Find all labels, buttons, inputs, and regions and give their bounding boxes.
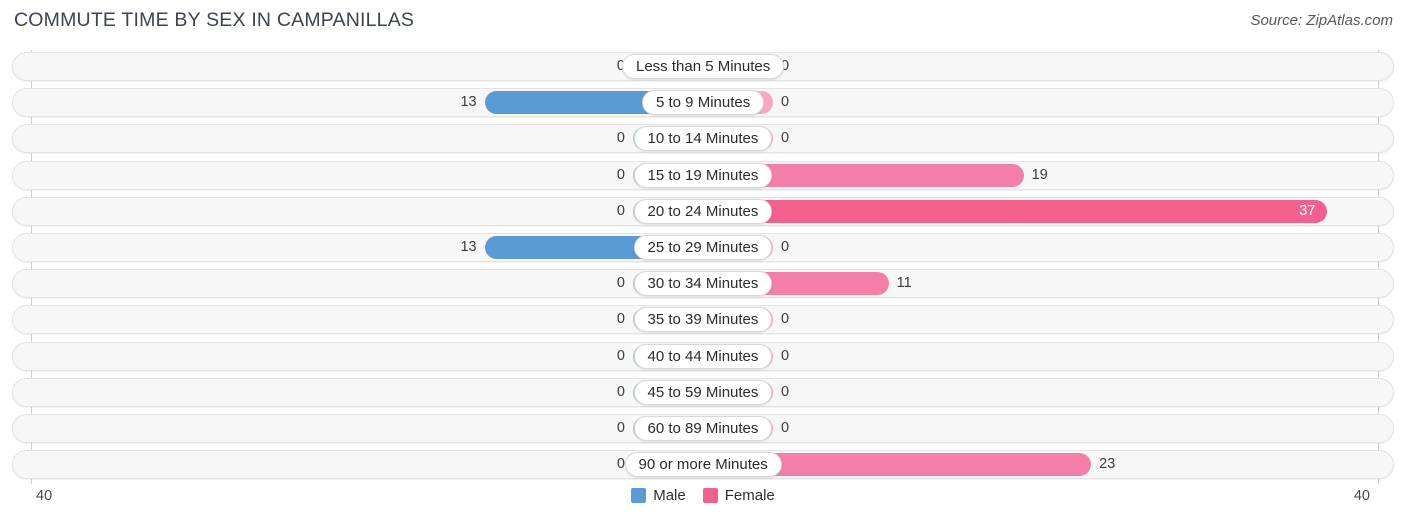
legend-swatch-icon [702,488,718,503]
category-label-pill[interactable]: 45 to 59 Minutes [633,379,773,405]
source-attribution: Source: ZipAtlas.com [1250,12,1393,29]
bar-value-male: 0 [616,58,625,74]
bar-value-female: 11 [896,275,912,292]
category-label-pill[interactable]: 35 to 39 Minutes [633,307,773,333]
bar-female[interactable] [703,199,1328,223]
legend-label: Male [653,487,686,504]
category-label-pill[interactable]: 5 to 9 Minutes [642,90,765,116]
legend-item-female[interactable]: Female [702,487,775,504]
legend-item-male[interactable]: Male [631,487,686,504]
bar-value-male: 0 [616,420,625,436]
category-label-pill[interactable]: Less than 5 Minutes [622,54,785,79]
category-label-pill[interactable]: 20 to 24 Minutes [633,198,773,224]
bar-value-female: 0 [781,347,790,364]
bar-value-female: 37 [1299,202,1316,219]
bar-value-female: 0 [781,383,790,400]
category-label-pill[interactable]: 25 to 29 Minutes [633,235,773,260]
category-label-pill[interactable]: 10 to 14 Minutes [633,126,773,152]
commute-time-chart: COMMUTE TIME BY SEX IN CAMPANILLAS Sourc… [0,0,1406,522]
category-label-pill[interactable]: 40 to 44 Minutes [633,343,773,369]
bar-value-male: 0 [616,275,625,292]
bar-value-female: 0 [781,58,790,74]
bar-value-female: 0 [781,311,790,328]
bar-value-male: 0 [616,383,625,400]
bar-value-female: 0 [781,420,790,436]
legend-label: Female [724,487,775,504]
category-label-pill[interactable]: 15 to 19 Minutes [633,162,773,188]
bar-value-male: 0 [616,311,625,328]
chart-legend: Male Female [0,487,1406,504]
bar-value-female: 19 [1031,166,1048,183]
bar-value-female: 0 [781,94,790,111]
category-label-pill[interactable]: 60 to 89 Minutes [633,416,773,441]
legend-swatch-icon [631,488,647,503]
bar-value-male: 0 [616,130,625,147]
bar-value-female: 0 [781,130,790,147]
bar-value-male: 0 [616,347,625,364]
category-label-pill[interactable]: 30 to 34 Minutes [633,271,773,297]
bar-value-male: 0 [616,456,625,473]
bar-value-male: 13 [460,94,477,111]
plot-area: 0 0 Less than 5 Minutes 13 0 5 to 9 Minutes 0 0… [0,50,1406,484]
bar-value-male: 0 [616,166,625,183]
page-title: COMMUTE TIME BY SEX IN CAMPANILLAS [14,9,415,31]
bar-value-female: 23 [1099,456,1116,473]
bar-value-male: 0 [616,202,625,219]
category-label-pill[interactable]: 90 or more Minutes [624,452,782,478]
bar-value-female: 0 [781,239,790,255]
bar-value-male: 13 [460,239,477,255]
